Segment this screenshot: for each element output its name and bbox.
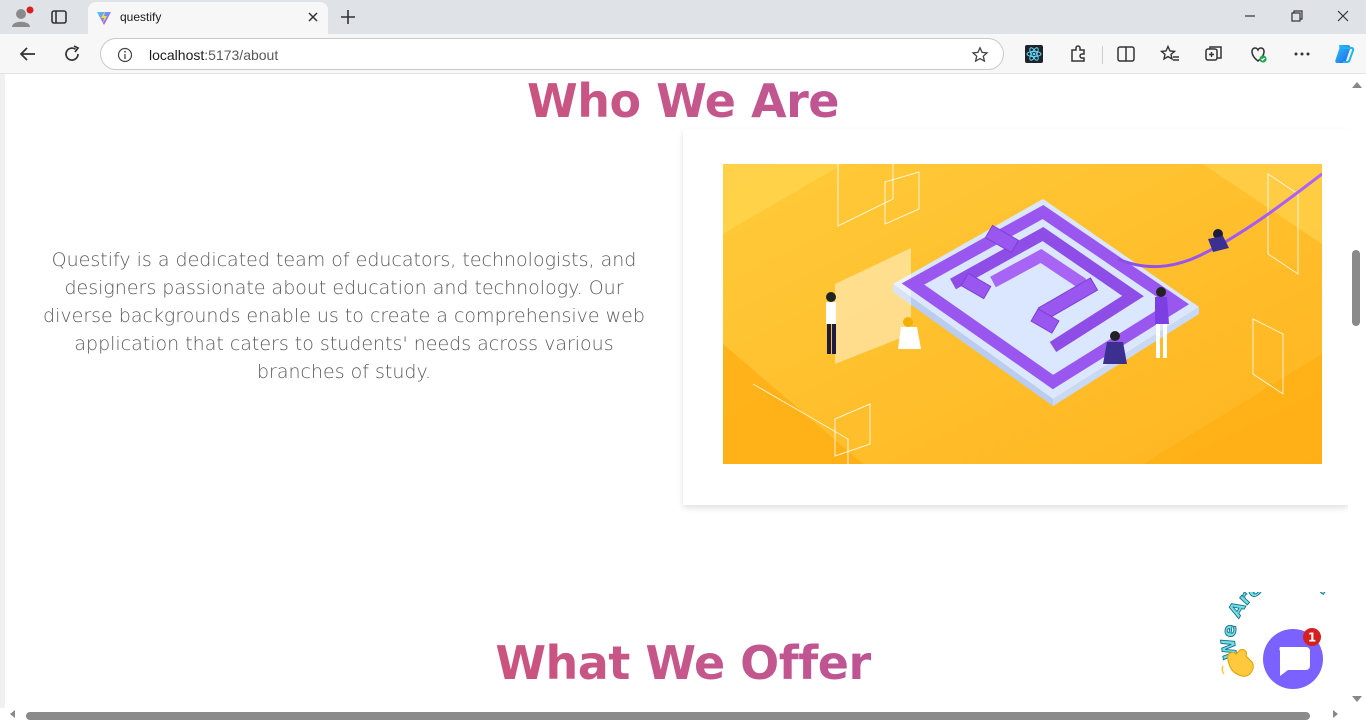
maze-team-illustration xyxy=(723,164,1322,464)
url-host: localhost xyxy=(149,47,205,63)
scroll-left-arrow-icon[interactable] xyxy=(10,710,15,718)
notification-count: 1 xyxy=(1308,631,1316,645)
back-arrow-icon[interactable] xyxy=(18,44,38,64)
browser-toolbar: localhost:5173/about xyxy=(0,34,1366,74)
split-screen-icon[interactable] xyxy=(1116,44,1136,64)
minimize-icon[interactable] xyxy=(1242,8,1258,24)
chat-widget[interactable]: We Are Here! 1 xyxy=(1217,567,1354,692)
restore-icon[interactable] xyxy=(1289,8,1305,24)
tab-actions-icon[interactable] xyxy=(50,8,68,26)
new-tab-icon[interactable] xyxy=(338,7,358,27)
extensions-icon[interactable] xyxy=(1068,44,1088,64)
illustration-card xyxy=(683,129,1349,505)
horizontal-scrollbar[interactable] xyxy=(0,708,1348,720)
intro-paragraph: Questify is a dedicated team of educator… xyxy=(43,249,645,383)
more-menu-icon[interactable] xyxy=(1292,44,1312,64)
horizontal-scroll-thumb[interactable] xyxy=(26,712,1310,720)
tab-strip: questify xyxy=(0,0,1366,34)
react-devtools-icon[interactable] xyxy=(1024,44,1044,64)
vite-favicon-icon xyxy=(97,11,111,25)
who-we-are-heading: Who We Are xyxy=(0,74,1366,128)
collections-icon[interactable] xyxy=(1204,44,1224,64)
close-tab-icon[interactable] xyxy=(306,10,320,24)
tab-title: questify xyxy=(120,10,162,24)
close-window-icon[interactable] xyxy=(1335,8,1351,24)
scroll-up-arrow-icon[interactable] xyxy=(1352,82,1362,88)
toolbar-divider xyxy=(1102,46,1103,64)
profile-avatar-icon[interactable] xyxy=(10,6,34,28)
scroll-right-arrow-icon[interactable] xyxy=(1333,710,1338,718)
scroll-down-arrow-icon[interactable] xyxy=(1352,696,1362,702)
browser-essentials-icon[interactable] xyxy=(1248,44,1268,64)
url-text[interactable]: localhost:5173/about xyxy=(149,47,278,63)
what-we-offer-heading: What We Offer xyxy=(0,636,1366,690)
page-edge xyxy=(0,74,5,720)
about-page: Who We Are Questify is a dedicated team … xyxy=(0,74,1366,720)
address-bar[interactable]: localhost:5173/about xyxy=(100,38,1004,70)
site-info-icon[interactable] xyxy=(117,47,133,63)
reload-icon[interactable] xyxy=(62,44,82,64)
vertical-scroll-thumb[interactable] xyxy=(1352,250,1360,326)
chat-widget-graphic[interactable]: We Are Here! 1 xyxy=(1217,567,1354,692)
tab-questify[interactable]: questify xyxy=(88,2,328,34)
favorite-star-icon[interactable] xyxy=(971,46,989,64)
url-path: :5173/about xyxy=(204,47,279,63)
copilot-icon[interactable] xyxy=(1333,43,1355,65)
favorites-icon[interactable] xyxy=(1160,44,1180,64)
